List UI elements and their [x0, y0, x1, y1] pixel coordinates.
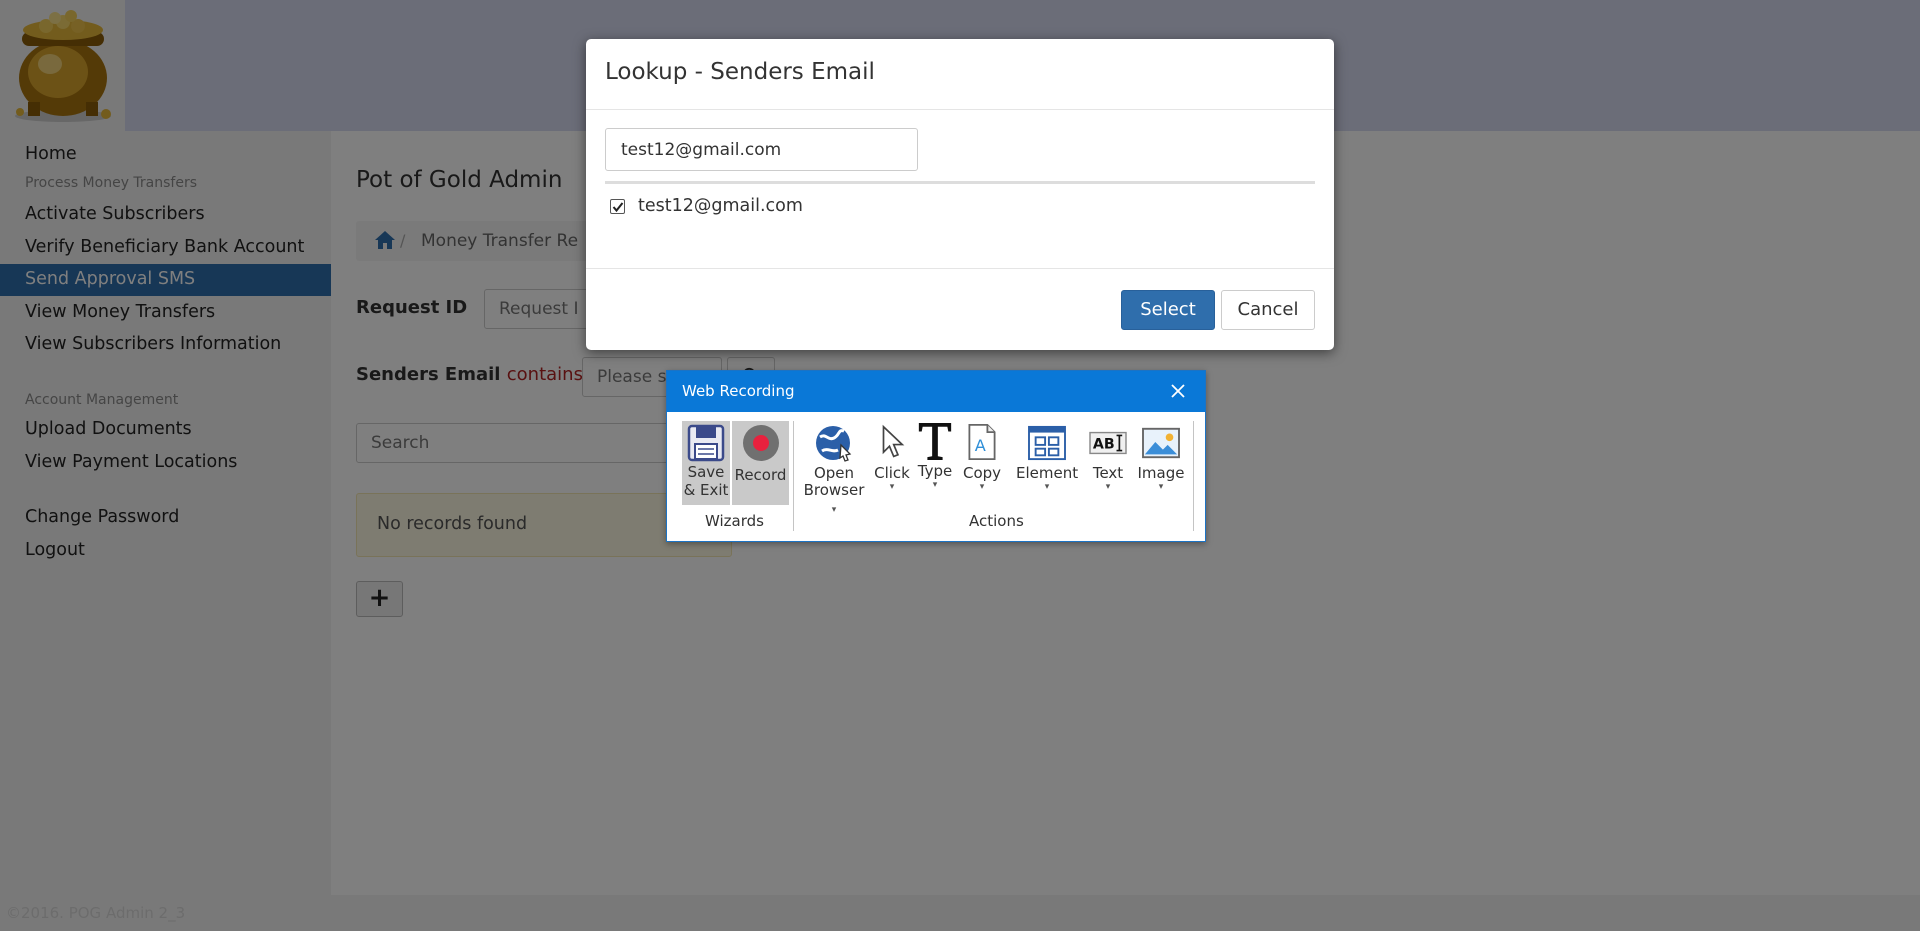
- save-exit-label: Save & Exit: [683, 463, 729, 499]
- record-button[interactable]: Record: [732, 423, 789, 484]
- element-icon: [1028, 425, 1066, 461]
- svg-text:AB: AB: [1093, 437, 1115, 453]
- save-icon: [687, 424, 725, 462]
- web-recording-window: Web Recording Save & Exit Record Wizards…: [666, 370, 1206, 542]
- group-separator-end: [1193, 421, 1194, 531]
- result-label: test12@gmail.com: [638, 196, 803, 216]
- open-browser-label-line1: Open: [813, 464, 855, 482]
- save-exit-button[interactable]: Save & Exit: [682, 423, 730, 499]
- wizards-group-label: Wizards: [705, 512, 764, 530]
- close-icon[interactable]: [1167, 380, 1189, 402]
- dropdown-arrow-icon: ▾: [1044, 482, 1050, 492]
- open-browser-label-line2: Browser ▾: [799, 482, 869, 516]
- group-separator: [793, 421, 794, 531]
- modal-title: Lookup - Senders Email: [605, 59, 875, 85]
- type-icon: [918, 422, 952, 460]
- dropdown-arrow-icon: ▾: [932, 480, 938, 490]
- web-recording-titlebar[interactable]: Web Recording: [667, 371, 1205, 412]
- results-divider: [605, 181, 1315, 184]
- web-recording-title: Web Recording: [682, 382, 795, 400]
- image-icon: [1142, 427, 1180, 459]
- dropdown-arrow-icon: ▾: [1105, 482, 1111, 492]
- cancel-button[interactable]: Cancel: [1221, 290, 1315, 330]
- dropdown-arrow-icon: ▾: [831, 505, 837, 515]
- element-button[interactable]: Element ▾: [1016, 425, 1078, 492]
- open-browser-label-line2-text: Browser: [803, 481, 865, 499]
- text-icon: AB: [1089, 431, 1127, 455]
- copy-label: Copy: [962, 464, 1002, 482]
- result-checkbox[interactable]: [610, 198, 625, 214]
- click-button[interactable]: Click ▾: [872, 421, 912, 492]
- dropdown-arrow-icon: ▾: [889, 482, 895, 492]
- lookup-modal: Lookup - Senders Email test12@gmail.com …: [586, 39, 1334, 350]
- copy-icon: A: [968, 424, 996, 460]
- text-label: Text: [1092, 464, 1124, 482]
- type-label: Type: [917, 462, 953, 480]
- lookup-result-row[interactable]: test12@gmail.com: [610, 195, 803, 217]
- actions-group-label: Actions: [969, 512, 1024, 530]
- image-label: Image: [1137, 464, 1185, 482]
- click-label: Click: [874, 464, 910, 482]
- image-button[interactable]: Image ▾: [1137, 425, 1185, 492]
- element-label: Element: [1016, 464, 1079, 482]
- cursor-icon: [882, 424, 905, 458]
- record-icon: [742, 425, 779, 461]
- type-button[interactable]: Type ▾: [916, 419, 954, 490]
- checkmark-icon: [612, 201, 624, 212]
- select-button[interactable]: Select: [1121, 290, 1215, 330]
- lookup-search-input[interactable]: test12@gmail.com: [605, 128, 918, 171]
- open-browser-button[interactable]: Open Browser ▾: [799, 423, 869, 516]
- modal-footer-divider: [586, 268, 1334, 269]
- globe-icon: [816, 426, 852, 462]
- copy-button[interactable]: A Copy ▾: [960, 421, 1004, 492]
- dropdown-arrow-icon: ▾: [1158, 482, 1164, 492]
- record-label: Record: [734, 466, 787, 484]
- dropdown-arrow-icon: ▾: [979, 482, 985, 492]
- modal-header-divider: [586, 109, 1334, 110]
- svg-text:A: A: [975, 436, 986, 455]
- text-button[interactable]: AB Text ▾: [1085, 425, 1131, 492]
